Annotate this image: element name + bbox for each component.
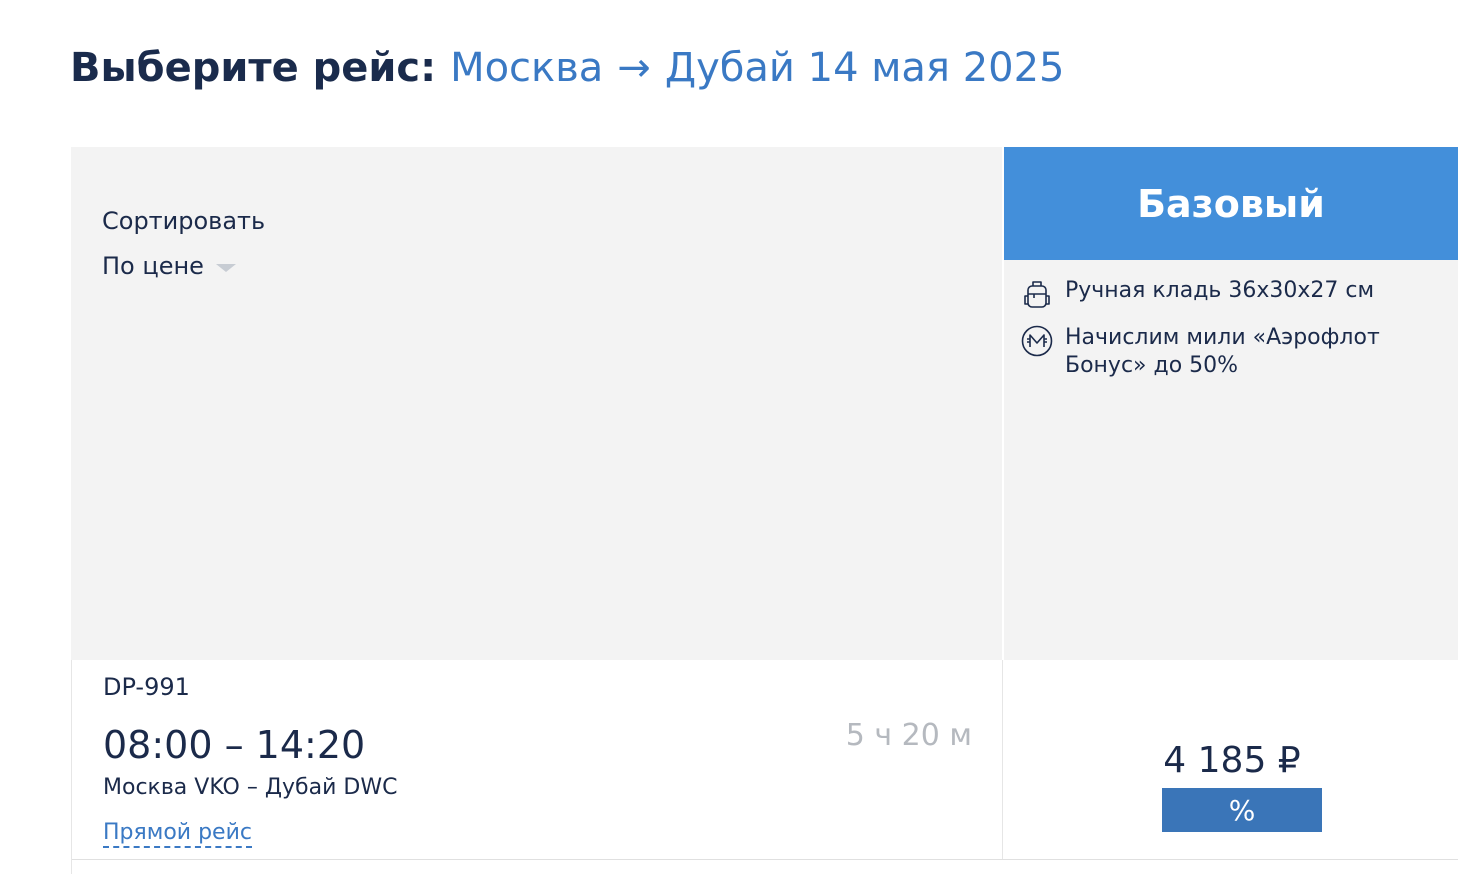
discount-label: % xyxy=(1228,793,1256,827)
flight-duration: 5 ч 20 м xyxy=(845,718,972,753)
fare-feature-hand-luggage: Ручная кладь 36х30х27 см xyxy=(1020,277,1374,311)
flight-info: DP-991 08:00 – 14:20 5 ч 20 м Москва VKO… xyxy=(72,660,1003,860)
title-prefix: Выберите рейс: xyxy=(70,45,437,91)
flight-price: 4 185 ₽ xyxy=(1163,740,1301,781)
route-arrow-icon: → xyxy=(617,45,651,91)
sort-selected-value: По цене xyxy=(102,252,204,280)
discount-badge[interactable]: % xyxy=(1162,788,1322,832)
fare-feature-text: Начислим мили «Аэрофлот Бонус» до 50% xyxy=(1065,325,1380,378)
flight-times: 08:00 – 14:20 xyxy=(103,723,366,767)
flight-number: DP-991 xyxy=(103,673,190,701)
title-origin: Москва xyxy=(450,45,604,91)
price-cell[interactable]: 4 185 ₽ % xyxy=(1005,660,1458,859)
miles-icon xyxy=(1021,325,1053,357)
flight-selection-page: Выберите рейс: Москва → Дубай 14 мая 2025 … xyxy=(0,0,1458,874)
chevron-down-icon xyxy=(215,264,236,272)
page-title: Выберите рейс: Москва → Дубай 14 мая 2025 xyxy=(70,40,1065,96)
fare-header-basic[interactable]: Базовый xyxy=(1004,147,1458,260)
fare-feature-miles: Начислим мили «Аэрофлот Бонус» до 50% xyxy=(1020,324,1440,380)
title-destination-date: Дубай 14 мая 2025 xyxy=(664,45,1065,91)
row-divider xyxy=(72,859,1458,860)
direct-flight-link[interactable]: Прямой рейс xyxy=(103,820,252,848)
fare-feature-text: Ручная кладь 36х30х27 см xyxy=(1065,278,1375,303)
sort-panel: Сортировать По цене xyxy=(71,147,1002,660)
fare-features: Ручная кладь 36х30х27 см Начислим мили «… xyxy=(1004,260,1458,660)
sort-dropdown[interactable]: По цене xyxy=(102,252,236,280)
sort-label: Сортировать xyxy=(102,207,266,235)
flight-route: Москва VKO – Дубай DWC xyxy=(103,775,398,800)
fare-name: Базовый xyxy=(1137,181,1325,226)
flight-row[interactable]: DP-991 08:00 – 14:20 5 ч 20 м Москва VKO… xyxy=(71,660,1458,874)
backpack-icon xyxy=(1024,281,1050,308)
